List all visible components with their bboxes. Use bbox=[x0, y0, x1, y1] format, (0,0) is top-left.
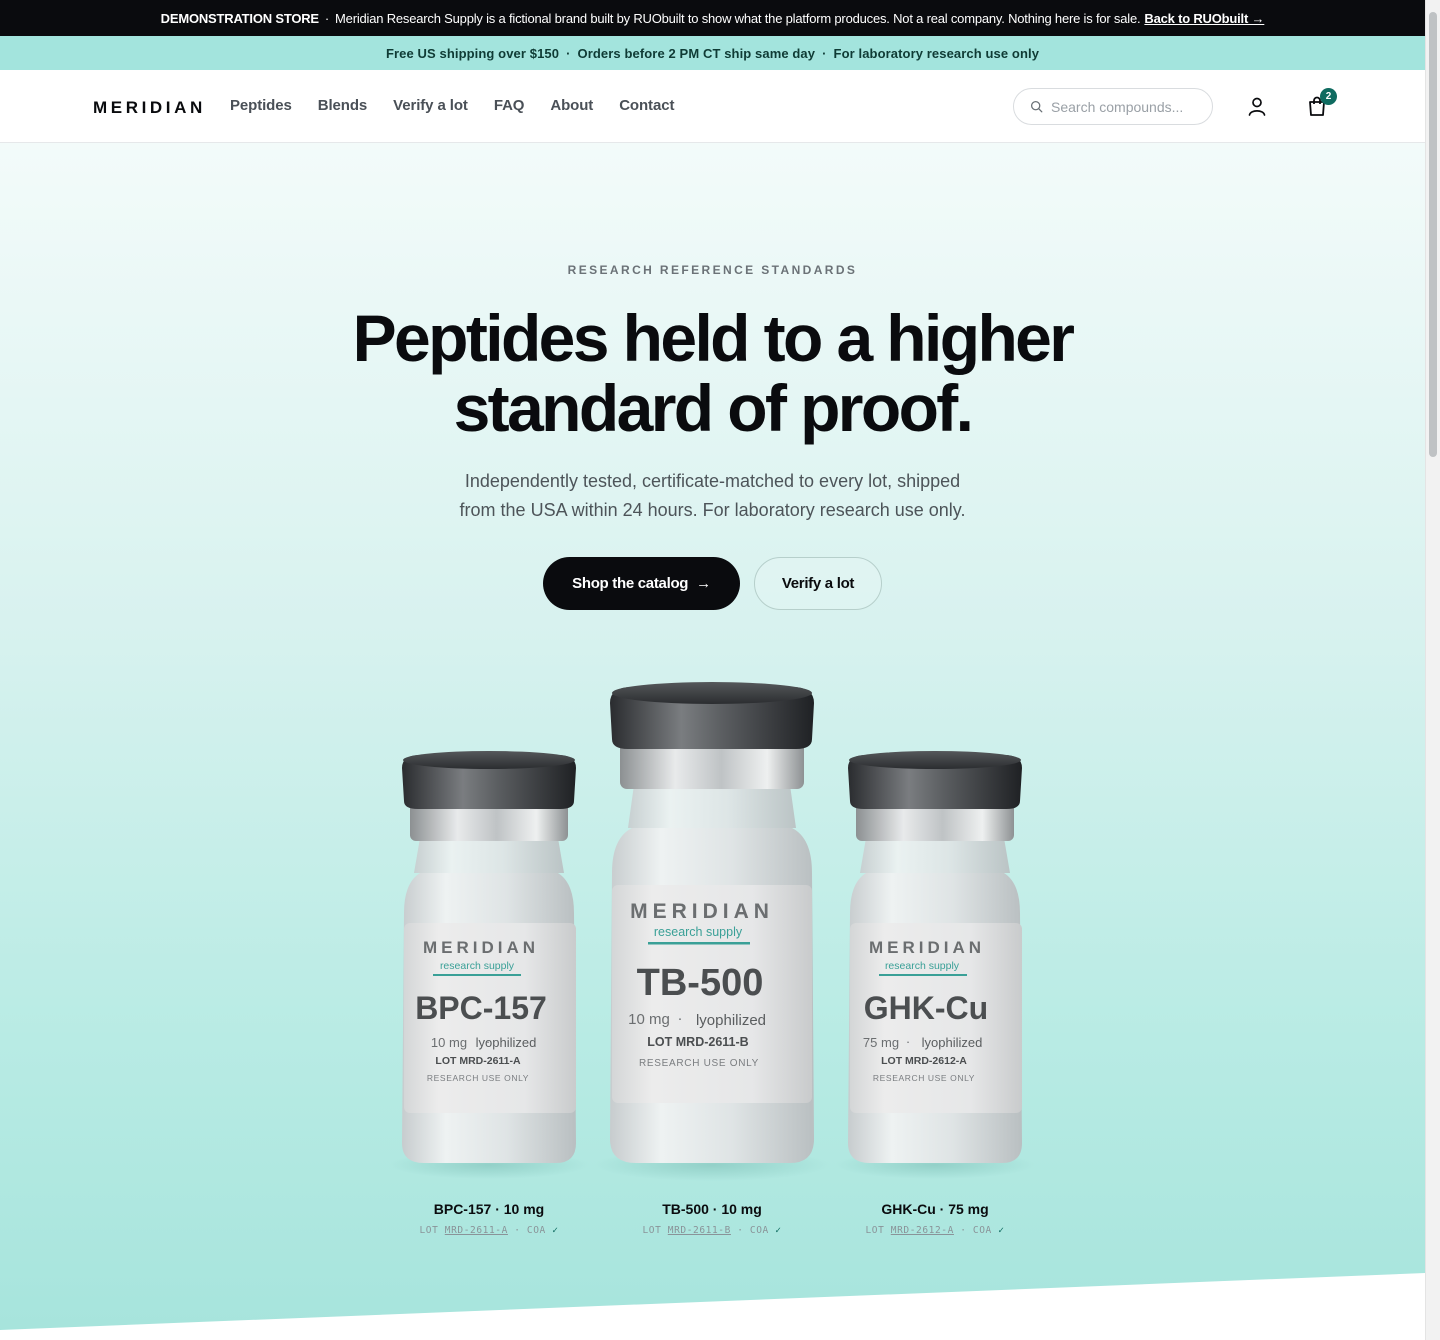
vial-dose: 10 mg bbox=[628, 1011, 670, 1028]
hero-eyebrow: RESEARCH REFERENCE STANDARDS bbox=[567, 263, 858, 277]
nav-verify-a-lot[interactable]: Verify a lot bbox=[393, 97, 468, 114]
hero-headline: Peptides held to a higher standard of pr… bbox=[0, 303, 1425, 443]
vial-tagline: research supply bbox=[654, 925, 743, 939]
shop-catalog-label: Shop the catalog bbox=[572, 575, 689, 592]
nav-blends[interactable]: Blends bbox=[318, 97, 368, 114]
vial-ghk-cu: MERIDIAN research supply GHK-Cu 75 mg · … bbox=[835, 751, 1035, 1179]
lot-label: LOT bbox=[419, 1225, 439, 1236]
vial-dose: 10 mg bbox=[431, 1035, 467, 1050]
ship-item-free-shipping: Free US shipping over $150 bbox=[385, 45, 560, 61]
main-nav: Peptides Blends Verify a lot FAQ About C… bbox=[230, 97, 700, 114]
checkmark-icon: ✓ bbox=[775, 1225, 782, 1236]
product-card-tb-500[interactable]: TB-500 · 10 mg LOT MRD-2611-B · COA ✓ bbox=[602, 1201, 822, 1236]
product-vials-illustration: MERIDIAN research supply BPC-157 10 mg ·… bbox=[389, 682, 1035, 1181]
vial-brand: MERIDIAN bbox=[869, 938, 985, 957]
hero-headline-line2: standard of proof. bbox=[453, 371, 974, 445]
svg-text:·: · bbox=[906, 1034, 910, 1049]
shipping-announcement-bar: Free US shipping over $150 · Orders befo… bbox=[0, 36, 1425, 70]
checkmark-icon: ✓ bbox=[998, 1225, 1005, 1236]
demo-tag: DEMONSTRATION STORE bbox=[160, 10, 319, 26]
vial-form: lyophilized bbox=[696, 1012, 766, 1029]
checkmark-icon: ✓ bbox=[552, 1225, 559, 1236]
search-box[interactable] bbox=[1013, 88, 1213, 125]
lot-code-link[interactable]: MRD-2611-A bbox=[445, 1225, 508, 1236]
account-icon[interactable] bbox=[1247, 96, 1267, 116]
verify-lot-button[interactable]: Verify a lot bbox=[754, 557, 882, 610]
svg-text:·: · bbox=[678, 1010, 683, 1027]
coa-label: COA bbox=[526, 1225, 546, 1236]
vial-ruo: RESEARCH USE ONLY bbox=[873, 1073, 975, 1083]
demo-store-banner: DEMONSTRATION STORE · Meridian Research … bbox=[0, 0, 1425, 36]
search-input[interactable] bbox=[1051, 98, 1191, 115]
vial-lot: LOT MRD-2611-B bbox=[647, 1035, 748, 1049]
product-lot-meta: LOT MRD-2611-B · COA ✓ bbox=[642, 1225, 782, 1236]
ship-item-research-only: For laboratory research use only bbox=[833, 45, 1040, 61]
nav-contact[interactable]: Contact bbox=[619, 97, 674, 114]
vial-ruo: RESEARCH USE ONLY bbox=[427, 1073, 529, 1083]
arrow-right-icon: → bbox=[696, 575, 711, 592]
hero-subtitle: Independently tested, certificate-matche… bbox=[0, 467, 1425, 525]
product-card-ghk-cu[interactable]: GHK-Cu · 75 mg LOT MRD-2612-A · COA ✓ bbox=[825, 1201, 1045, 1236]
vial-compound: GHK-Cu bbox=[864, 990, 988, 1026]
shop-catalog-button[interactable]: Shop the catalog → bbox=[543, 557, 740, 610]
vial-ruo: RESEARCH USE ONLY bbox=[639, 1058, 759, 1069]
nav-about[interactable]: About bbox=[550, 97, 593, 114]
vial-lot: LOT MRD-2612-A bbox=[881, 1055, 967, 1067]
nav-faq[interactable]: FAQ bbox=[494, 97, 525, 114]
vial-form: lyophilized bbox=[922, 1035, 983, 1050]
vial-form: lyophilized bbox=[476, 1035, 537, 1050]
vial-compound: TB-500 bbox=[637, 962, 764, 1004]
vial-tagline: research supply bbox=[885, 960, 960, 972]
ship-item-same-day: Orders before 2 PM CT ship same day bbox=[577, 45, 816, 61]
coa-label: COA bbox=[749, 1225, 769, 1236]
vial-tagline: research supply bbox=[440, 960, 515, 972]
vial-brand: MERIDIAN bbox=[630, 900, 774, 923]
search-icon bbox=[1030, 100, 1043, 113]
site-logo[interactable]: MERIDIAN bbox=[93, 98, 206, 118]
vial-dose: 75 mg bbox=[863, 1035, 899, 1050]
back-to-ruobuilt-link[interactable]: Back to RUObuilt → bbox=[1144, 11, 1264, 26]
product-lot-meta: LOT MRD-2611-A · COA ✓ bbox=[419, 1225, 559, 1236]
product-caption[interactable]: TB-500 · 10 mg bbox=[602, 1201, 822, 1217]
demo-separator: · bbox=[324, 10, 330, 26]
nav-peptides[interactable]: Peptides bbox=[230, 97, 292, 114]
demo-text: Meridian Research Supply is a fictional … bbox=[335, 10, 1141, 26]
hero-subtitle-line2: from the USA within 24 hours. For labora… bbox=[459, 500, 966, 520]
product-caption[interactable]: BPC-157 · 10 mg bbox=[379, 1201, 599, 1217]
hero-bottom-divider bbox=[0, 1273, 1425, 1340]
vial-compound: BPC-157 bbox=[415, 990, 547, 1026]
lot-label: LOT bbox=[642, 1225, 662, 1236]
ship-dot: · bbox=[822, 45, 827, 61]
ship-dot: · bbox=[566, 45, 571, 61]
page-scrollbar[interactable] bbox=[1425, 0, 1440, 1340]
hero-section: RESEARCH REFERENCE STANDARDS Peptides he… bbox=[0, 143, 1425, 1340]
product-lot-meta: LOT MRD-2612-A · COA ✓ bbox=[865, 1225, 1005, 1236]
cart-count-badge: 2 bbox=[1320, 88, 1337, 105]
coa-label: COA bbox=[972, 1225, 992, 1236]
lot-label: LOT bbox=[865, 1225, 885, 1236]
lot-code-link[interactable]: MRD-2612-A bbox=[891, 1225, 954, 1236]
hero-subtitle-line1: Independently tested, certificate-matche… bbox=[464, 471, 961, 491]
vial-bpc-157: MERIDIAN research supply BPC-157 10 mg ·… bbox=[389, 751, 589, 1179]
site-header: MERIDIAN Peptides Blends Verify a lot FA… bbox=[0, 70, 1425, 143]
product-card-bpc-157[interactable]: BPC-157 · 10 mg LOT MRD-2611-A · COA ✓ bbox=[379, 1201, 599, 1236]
lot-code-link[interactable]: MRD-2611-B bbox=[668, 1225, 731, 1236]
product-caption[interactable]: GHK-Cu · 75 mg bbox=[825, 1201, 1045, 1217]
scrollbar-thumb[interactable] bbox=[1429, 12, 1437, 457]
vial-tb-500: MERIDIAN research supply TB-500 10 mg · … bbox=[594, 682, 830, 1181]
vial-lot: LOT MRD-2611-A bbox=[435, 1055, 521, 1067]
hero-headline-line1: Peptides held to a higher bbox=[352, 301, 1075, 375]
vial-brand: MERIDIAN bbox=[423, 938, 539, 957]
